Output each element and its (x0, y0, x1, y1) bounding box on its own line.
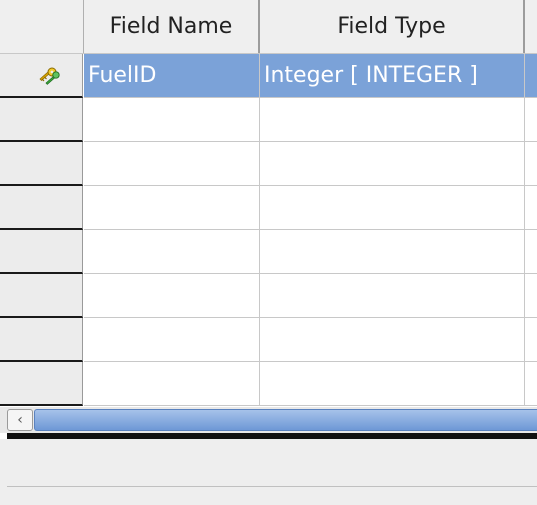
field-name-cell[interactable] (84, 186, 260, 230)
table-row[interactable] (0, 274, 537, 318)
row-selector[interactable] (0, 54, 83, 98)
column-header-field-type[interactable]: Field Type (260, 0, 525, 53)
field-name-cell[interactable] (84, 98, 260, 142)
description-cell[interactable] (525, 362, 537, 406)
column-header-field-name[interactable]: Field Name (84, 0, 260, 53)
row-selector[interactable] (0, 362, 83, 406)
field-type-cell[interactable] (260, 142, 525, 186)
field-name-cell[interactable] (84, 142, 260, 186)
table-row[interactable]: FuelID Integer [ INTEGER ] (0, 54, 537, 98)
field-type-cell[interactable] (260, 98, 525, 142)
description-cell[interactable] (525, 54, 537, 98)
row-selector[interactable] (0, 318, 83, 362)
description-cell[interactable] (525, 142, 537, 186)
primary-key-icon (39, 67, 60, 85)
field-properties-pane (0, 439, 537, 505)
field-type-cell[interactable] (260, 230, 525, 274)
field-definition-grid: Field Name Field Type FuelID Integer [ I… (0, 0, 537, 408)
table-row[interactable] (0, 318, 537, 362)
table-row[interactable] (0, 98, 537, 142)
field-type-cell[interactable] (260, 362, 525, 406)
description-cell[interactable] (525, 230, 537, 274)
scrollbar-thumb[interactable] (34, 409, 537, 431)
column-header-row: Field Name Field Type (0, 0, 537, 54)
field-type-cell[interactable]: Integer [ INTEGER ] (260, 54, 525, 98)
field-type-cell[interactable] (260, 318, 525, 362)
row-selector[interactable] (0, 274, 83, 318)
description-cell[interactable] (525, 98, 537, 142)
header-corner (0, 0, 84, 53)
field-name-cell[interactable] (84, 230, 260, 274)
column-header-description[interactable] (525, 0, 537, 53)
divider (7, 486, 537, 487)
field-name-cell[interactable] (84, 362, 260, 406)
field-name-cell[interactable] (84, 274, 260, 318)
scroll-left-arrow-icon[interactable]: ‹ (7, 409, 33, 431)
description-cell[interactable] (525, 274, 537, 318)
row-selector[interactable] (0, 230, 83, 274)
description-cell[interactable] (525, 186, 537, 230)
field-type-cell[interactable] (260, 186, 525, 230)
field-type-cell[interactable] (260, 274, 525, 318)
horizontal-scrollbar[interactable]: ‹ (0, 407, 537, 433)
row-selector[interactable] (0, 186, 83, 230)
field-name-cell[interactable]: FuelID (84, 54, 260, 98)
table-row[interactable] (0, 230, 537, 274)
row-selector[interactable] (0, 142, 83, 186)
description-cell[interactable] (525, 318, 537, 362)
row-selector[interactable] (0, 98, 83, 142)
field-name-cell[interactable] (84, 318, 260, 362)
table-row[interactable] (0, 362, 537, 406)
table-row[interactable] (0, 142, 537, 186)
table-row[interactable] (0, 186, 537, 230)
